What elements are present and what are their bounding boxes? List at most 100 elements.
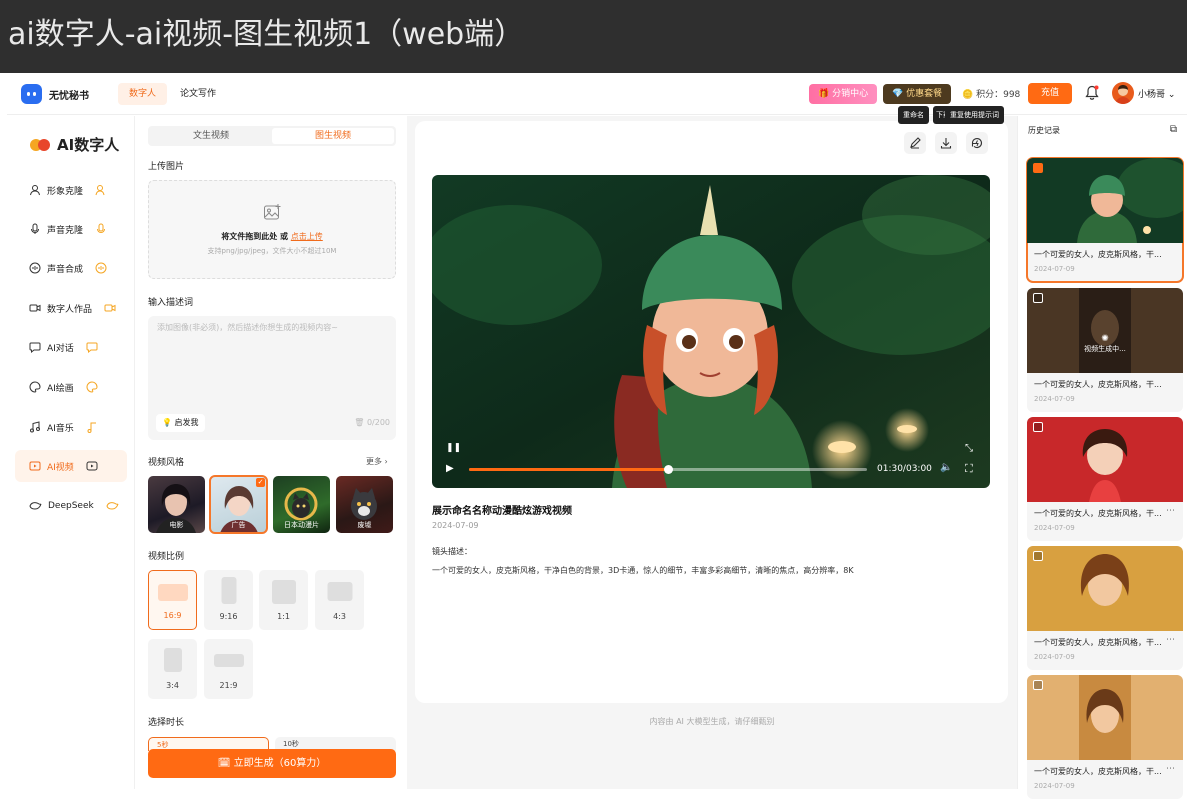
- shot-description-label: 镜头描述：: [432, 547, 472, 556]
- history-thumbnail: [1027, 417, 1183, 502]
- recharge-button[interactable]: 充值: [1028, 83, 1072, 104]
- sidebar-item-ai-video[interactable]: AI视频: [15, 450, 127, 482]
- style-card-ruins[interactable]: 废墟: [336, 476, 393, 533]
- upload-link[interactable]: 点击上传: [291, 232, 323, 241]
- reuse-prompt-button[interactable]: [966, 132, 988, 154]
- user-menu[interactable]: 小杨哥 ⌄: [1138, 87, 1175, 100]
- generating-status: ✺ 视频生成中...: [1027, 334, 1183, 354]
- video-player[interactable]: ❚❚ ▶ 01:30/03:00 🔈 ⛶ ⤡: [432, 175, 990, 488]
- chat-bubble-icon: [29, 342, 41, 353]
- bell-icon[interactable]: [1085, 85, 1099, 101]
- refresh-lightning-icon: [971, 138, 983, 149]
- sidebar-item-deepseek[interactable]: DeepSeek: [15, 490, 127, 522]
- app-logo[interactable]: 无忧秘书: [21, 84, 89, 104]
- video-icon: [29, 461, 41, 471]
- generate-button[interactable]: 🗓 立即生成（60算力）: [148, 749, 396, 778]
- history-item[interactable]: 一个可爱的女人，皮克斯风格，干... 2024-07-09 ⋯: [1027, 417, 1183, 541]
- volume-icon[interactable]: 🔈: [940, 462, 952, 473]
- video-camera-icon: [29, 304, 41, 312]
- history-thumbnail: [1027, 288, 1183, 373]
- pip-icon[interactable]: ⤡: [965, 443, 973, 454]
- nav-tab-digital-human[interactable]: 数字人: [118, 83, 168, 105]
- upload-text: 将文件拖到此处 或 点击上传: [221, 232, 323, 241]
- pencil-icon: [910, 137, 921, 149]
- inspire-button[interactable]: 💡 启发我: [156, 414, 205, 432]
- video-progress-bar[interactable]: [469, 465, 867, 474]
- calendar-gift-icon: 🗓: [217, 758, 231, 769]
- play-button[interactable]: ▶: [446, 463, 454, 474]
- more-options-icon[interactable]: ⋯: [1166, 506, 1175, 516]
- music-note-icon: [30, 421, 40, 433]
- style-label: 视频风格: [148, 458, 185, 468]
- history-thumbnail: [1027, 675, 1183, 760]
- sidebar-item-ai-chat[interactable]: AI对话: [15, 331, 127, 363]
- video-progress-knob[interactable]: [664, 465, 673, 474]
- prompt-textarea[interactable]: 添加图像(非必须)，然后描述你想生成的视频内容~ 💡 启发我 🗑 0/200: [148, 316, 396, 440]
- top-bar: 无忧秘书 数字人 论文写作 🎁 分销中心 💎 优惠套餐 🪙 积分：998 充值 …: [7, 73, 1187, 115]
- music-note-accent-icon: [87, 422, 96, 433]
- app-name: 无忧秘书: [49, 90, 89, 102]
- history-item[interactable]: 一个可爱的女人，皮克斯风格，干... 2024-07-09 ⋯: [1027, 546, 1183, 670]
- style-card-anime[interactable]: 日本动漫片: [273, 476, 330, 533]
- shot-description: 一个可爱的女人，皮克斯风格，干净白色的背景，3D卡通，惊人的细节，丰富多彩高细节…: [432, 566, 854, 575]
- sidebar-item-ai-music[interactable]: AI音乐: [15, 411, 127, 443]
- pause-button[interactable]: ❚❚: [446, 443, 461, 453]
- fullscreen-icon[interactable]: ⛶: [965, 462, 973, 476]
- history-item[interactable]: 一个可爱的女人，皮克斯风格，干... 2024-07-09 ⋯: [1027, 675, 1183, 799]
- history-checkbox[interactable]: [1033, 422, 1043, 432]
- history-checkbox[interactable]: [1033, 293, 1043, 303]
- rename-button[interactable]: [904, 132, 926, 154]
- robot-icon: [21, 84, 42, 104]
- ratio-shape: [327, 582, 352, 601]
- style-card-film[interactable]: 电影: [148, 476, 205, 533]
- trash-icon[interactable]: 🗑: [354, 418, 364, 427]
- ratio-3-4[interactable]: 3:4: [148, 639, 197, 699]
- video-time: 01:30/03:00: [877, 464, 932, 474]
- sidebar-item-digital-human-works[interactable]: 数字人作品: [15, 292, 127, 324]
- loading-spinner-icon: ✺: [1101, 334, 1109, 344]
- reuse-prompt-tooltip: 重复使用提示词: [945, 106, 1004, 124]
- history-manage-icon[interactable]: ⧉: [1170, 124, 1177, 135]
- lightbulb-icon: 💡: [162, 418, 172, 427]
- promo-package-button[interactable]: 💎 优惠套餐: [883, 84, 952, 104]
- ratio-shape: [271, 580, 296, 604]
- style-more-link[interactable]: 更多 ›: [366, 456, 388, 467]
- download-button[interactable]: [935, 132, 957, 154]
- distribution-center-button[interactable]: 🎁 分销中心: [809, 84, 878, 104]
- style-card-ad[interactable]: 广告 ✓: [209, 475, 268, 534]
- points-display: 🪙 积分：998: [962, 90, 1021, 100]
- sidebar-item-ai-painting[interactable]: AI绘画: [15, 371, 127, 403]
- ratio-21-9[interactable]: 21:9: [204, 639, 253, 699]
- user-avatar[interactable]: [1112, 82, 1134, 104]
- history-thumbnail: [1027, 546, 1183, 631]
- history-checkbox[interactable]: [1033, 163, 1043, 173]
- sidebar-item-image-clone[interactable]: 形象克隆: [15, 174, 127, 206]
- upload-dropzone[interactable]: 将文件拖到此处 或 点击上传 支持png/jpg/jpeg，文件大小不超过10M: [148, 180, 396, 279]
- ratio-1-1[interactable]: 1:1: [259, 570, 308, 630]
- whale-accent-icon: [106, 502, 119, 510]
- tab-image-to-video[interactable]: 图生视频: [272, 128, 394, 144]
- nav-tab-paper-writing[interactable]: 论文写作: [169, 83, 227, 105]
- chevron-down-icon: ⌄: [1167, 90, 1176, 100]
- sound-wave-icon: [29, 262, 41, 274]
- palette-icon: [29, 381, 41, 393]
- ratio-16-9[interactable]: 16:9: [148, 570, 197, 630]
- history-item[interactable]: 一个可爱的女人，皮克斯风格，干... 2024-07-09: [1026, 157, 1184, 283]
- prompt-placeholder: 添加图像(非必须)，然后描述你想生成的视频内容~: [157, 323, 338, 332]
- more-options-icon[interactable]: ⋯: [1166, 635, 1175, 645]
- ratio-shape: [213, 654, 244, 667]
- char-counter: 🗑 0/200: [354, 418, 390, 427]
- history-item[interactable]: ✺ 视频生成中... 一个可爱的女人，皮克斯风格，干... 2024-07-09: [1027, 288, 1183, 412]
- video-accent-icon: [86, 461, 98, 471]
- tab-text-to-video[interactable]: 文生视频: [150, 128, 272, 144]
- ratio-4-3[interactable]: 4:3: [315, 570, 364, 630]
- sidebar-item-voice-clone[interactable]: 声音克隆: [15, 213, 127, 245]
- whale-icon: [29, 502, 42, 510]
- history-checkbox[interactable]: [1033, 551, 1043, 561]
- sidebar-item-voice-synthesis[interactable]: 声音合成: [15, 252, 127, 284]
- user-clone-icon: [30, 185, 40, 196]
- more-options-icon[interactable]: ⋯: [1166, 764, 1175, 774]
- upload-label: 上传图片: [148, 162, 185, 172]
- ratio-9-16[interactable]: 9:16: [204, 570, 253, 630]
- history-checkbox[interactable]: [1033, 680, 1043, 690]
